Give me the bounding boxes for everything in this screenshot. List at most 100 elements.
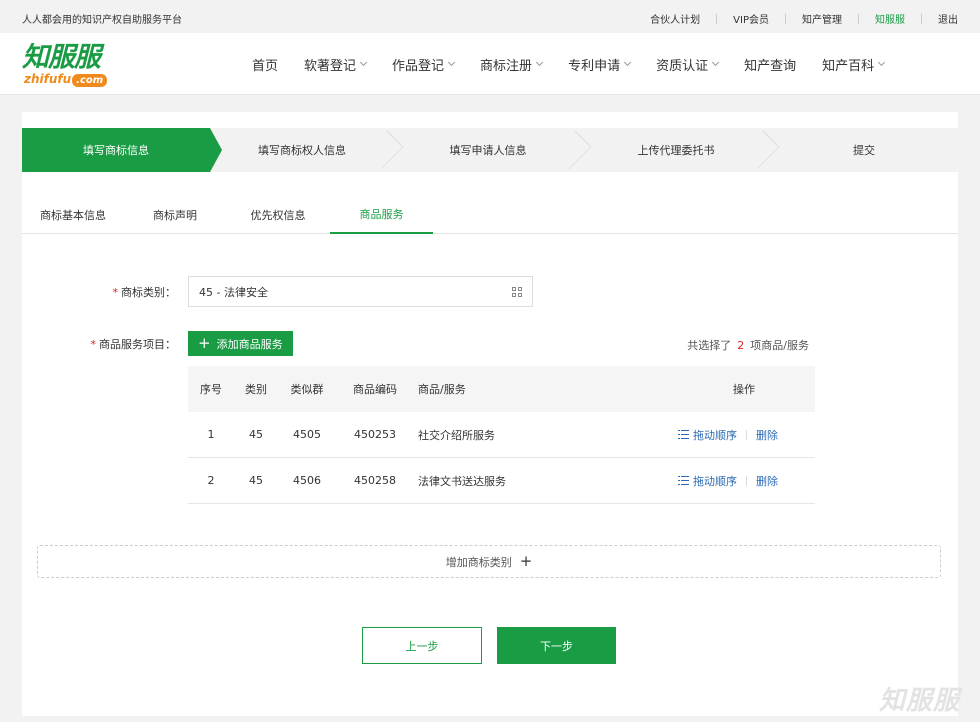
tab-goods-services[interactable]: 商品服务 [330, 196, 433, 234]
step-label: 填写商标信息 [83, 144, 149, 157]
cell-code: 450253 [354, 428, 396, 441]
table-row: 2 45 4506 450258 法律文书送达服务 拖动顺序 删除 [188, 458, 815, 504]
nav-item-ip-search[interactable]: 知产查询 [744, 55, 796, 74]
logo-text: 知服服 [22, 42, 101, 73]
nav-item-label: 软著登记 [304, 58, 357, 74]
ip-management-link[interactable]: 知产管理 [802, 11, 842, 26]
nav-item-label: 资质认证 [656, 58, 709, 74]
step-progress-bar: 填写商标信息 填写商标权人信息 填写申请人信息 上传代理委托书 提交 [22, 128, 958, 172]
next-step-button[interactable]: 下一步 [497, 627, 616, 664]
chevron-down-icon [448, 58, 456, 66]
header-no: 序号 [200, 383, 222, 396]
logout-link[interactable]: 退出 [938, 11, 958, 26]
nav-item-home[interactable]: 首页 [252, 55, 278, 74]
cell-name: 法律文书送达服务 [418, 474, 506, 488]
step-submit: 提交 [770, 128, 958, 172]
partner-program-link[interactable]: 合伙人计划 [650, 11, 700, 26]
nav-item-ip-wiki[interactable]: 知产百科 [822, 55, 886, 74]
divider [858, 13, 859, 24]
trademark-class-select[interactable]: 45 - 法律安全 [188, 276, 533, 307]
add-goods-service-button[interactable]: + 添加商品服务 [188, 331, 293, 356]
form-tabs: 商标基本信息 商标声明 优先权信息 商品服务 [22, 196, 958, 234]
nav-item-label: 首页 [252, 58, 279, 74]
plus-icon: + [198, 334, 211, 352]
vip-member-link[interactable]: VIP会员 [733, 11, 769, 26]
grid-icon [512, 287, 522, 297]
header-name: 商品/服务 [418, 383, 466, 396]
class-label-text: 商标类别： [121, 286, 176, 299]
drag-order-button[interactable]: 拖动顺序 [678, 427, 737, 443]
step-owner-info: 填写商标权人信息 [210, 128, 404, 172]
cell-group: 4506 [293, 474, 321, 487]
nav-item-work-registration[interactable]: 作品登记 [392, 55, 456, 74]
step-power-of-attorney: 上传代理委托书 [582, 128, 780, 172]
goods-services-table: 序号 类别 类似群 商品编码 商品/服务 操作 1 45 4505 450253… [188, 366, 815, 504]
required-mark: * [90, 338, 97, 351]
add-trademark-class-button[interactable]: 增加商标类别 + [37, 545, 941, 578]
step-label: 填写商标权人信息 [258, 144, 346, 157]
chevron-down-icon [536, 58, 544, 66]
nav-item-certification[interactable]: 资质认证 [656, 55, 720, 74]
add-trademark-class-label: 增加商标类别 [445, 555, 512, 569]
previous-step-button[interactable]: 上一步 [362, 627, 482, 664]
top-utility-bar: 人人都会用的知识产权自助服务平台 合伙人计划 VIP会员 知产管理 知服服 退出 [0, 0, 980, 33]
class-label: * 商标类别： [100, 284, 177, 300]
chevron-down-icon [624, 58, 632, 66]
logo-domain: zhifufu .com [24, 73, 108, 87]
step-label: 提交 [853, 144, 875, 157]
selected-count: 共选择了 2 项商品/服务 [687, 337, 809, 353]
drag-order-label: 拖动顺序 [693, 428, 737, 442]
username-link[interactable]: 知服服 [875, 11, 905, 26]
count-prefix: 共选择了 [687, 339, 732, 352]
divider [746, 475, 747, 486]
cell-class: 45 [249, 428, 263, 441]
cell-code: 450258 [354, 474, 396, 487]
chevron-down-icon [712, 58, 720, 66]
tab-label: 商标声明 [153, 209, 197, 222]
nav-item-label: 商标注册 [480, 58, 533, 74]
items-label: * 商品服务项目： [80, 336, 177, 352]
tab-priority[interactable]: 优先权信息 [226, 196, 330, 234]
drag-order-button[interactable]: 拖动顺序 [678, 473, 737, 489]
step-applicant-info: 填写申请人信息 [394, 128, 592, 172]
divider [746, 429, 747, 440]
cell-name: 社交介绍所服务 [418, 428, 495, 442]
nav-item-trademark[interactable]: 商标注册 [480, 55, 544, 74]
nav-item-label: 知产查询 [744, 58, 797, 74]
step-trademark-info: 填写商标信息 [22, 128, 222, 172]
divider [716, 13, 718, 24]
tab-statement[interactable]: 商标声明 [124, 196, 226, 234]
nav-item-label: 知产百科 [822, 58, 875, 74]
watermark-logo: 知服服 [878, 686, 960, 716]
header-actions: 操作 [594, 381, 815, 397]
count-suffix: 项商品/服务 [750, 339, 809, 352]
chevron-down-icon [878, 58, 886, 66]
delete-button[interactable]: 删除 [756, 473, 778, 489]
plus-icon: + [519, 552, 533, 570]
header-actions-label: 操作 [733, 383, 755, 396]
main-nav: 首页 软著登记 作品登记 商标注册 专利申请 资质认证 知产查询 知产百科 [252, 33, 910, 95]
class-select-value: 45 - 法律安全 [199, 285, 268, 299]
nav-item-label: 作品登记 [392, 58, 445, 74]
delete-button[interactable]: 删除 [756, 427, 778, 443]
main-header: 知服服 zhifufu .com 首页 软著登记 作品登记 商标注册 专利申请 资… [0, 33, 980, 95]
items-label-text: 商品服务项目： [99, 338, 176, 351]
tab-label: 优先权信息 [250, 209, 306, 222]
nav-item-software-copyright[interactable]: 软著登记 [304, 55, 368, 74]
header-group: 类似群 [290, 383, 324, 396]
tab-label: 商标基本信息 [40, 209, 106, 222]
top-links: 合伙人计划 VIP会员 知产管理 知服服 退出 [650, 11, 958, 26]
cell-actions: 拖动顺序 删除 [594, 473, 815, 489]
list-icon [678, 430, 689, 439]
nav-item-patent[interactable]: 专利申请 [568, 55, 632, 74]
tab-basic-info[interactable]: 商标基本信息 [22, 196, 124, 234]
cell-group: 4505 [293, 428, 321, 441]
add-goods-service-label: 添加商品服务 [216, 337, 283, 351]
divider [785, 13, 786, 24]
header-class: 类别 [245, 383, 267, 396]
site-logo[interactable]: 知服服 zhifufu .com [22, 43, 140, 89]
divider [921, 13, 922, 24]
list-icon [678, 476, 689, 485]
drag-order-label: 拖动顺序 [693, 474, 737, 488]
site-slogan: 人人都会用的知识产权自助服务平台 [22, 15, 182, 26]
